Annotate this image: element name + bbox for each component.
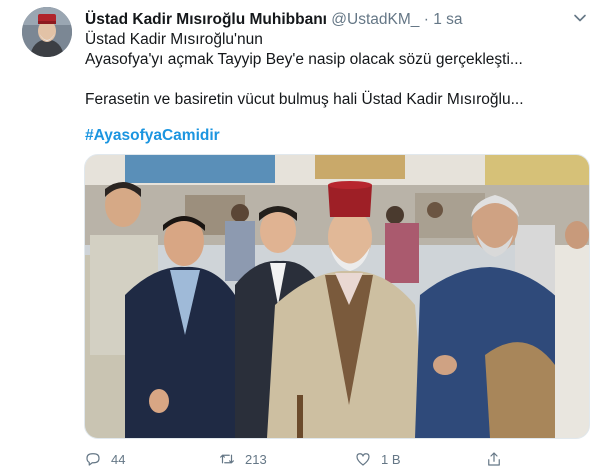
like-count: 1 B — [381, 451, 401, 467]
tweet-header: Üstad Kadir Mısıroğlu Muhibbanı @UstadKM… — [85, 10, 463, 30]
photo-image — [85, 155, 589, 438]
tweet-text-line: Ferasetin ve basiretin vücut bulmuş hali… — [85, 91, 524, 108]
retweet-count: 213 — [245, 451, 267, 467]
author-name[interactable]: Üstad Kadir Mısıroğlu Muhibbanı — [85, 11, 327, 28]
timestamp[interactable]: 1 sa — [433, 11, 462, 28]
separator-dot: · — [423, 11, 429, 28]
like-button[interactable]: 1 B — [354, 448, 401, 470]
retweet-icon — [220, 454, 234, 464]
tweet-text-line: Üstad Kadir Mısıroğlu'nun — [85, 31, 263, 48]
hashtag-link[interactable]: #AyasofyaCamidir — [85, 126, 220, 146]
author-handle[interactable]: @UstadKM_ — [331, 11, 419, 28]
share-button[interactable] — [485, 448, 503, 470]
more-options-button[interactable] — [572, 10, 588, 26]
chevron-down-icon — [574, 14, 586, 22]
avatar-image — [22, 7, 72, 57]
reply-count: 44 — [111, 451, 126, 467]
tweet-text-line: Ayasofya'yı açmak Tayyip Bey'e nasip ola… — [85, 51, 523, 68]
avatar[interactable] — [22, 7, 72, 57]
tweet-photo[interactable] — [84, 154, 590, 439]
heart-icon — [356, 453, 370, 466]
tweet[interactable]: Üstad Kadir Mısıroğlu Muhibbanı @UstadKM… — [0, 0, 614, 473]
tweet-actions: 44 213 1 B — [84, 448, 604, 470]
reply-button[interactable]: 44 — [84, 448, 125, 470]
reply-icon — [86, 453, 100, 466]
share-icon — [488, 452, 500, 466]
retweet-button[interactable]: 213 — [218, 448, 267, 470]
